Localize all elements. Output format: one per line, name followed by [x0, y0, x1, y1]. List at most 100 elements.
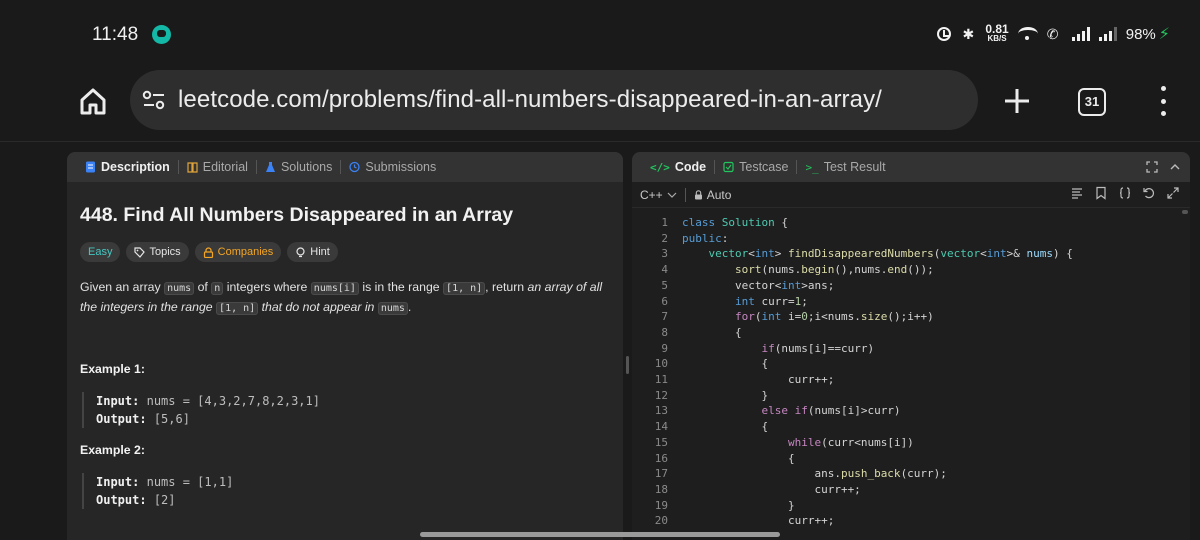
status-time: 11:48 [92, 24, 139, 45]
tab-testcase[interactable]: Testcase [715, 152, 796, 182]
code-line: vector<int>ans; [682, 278, 835, 292]
expand-icon[interactable] [1166, 186, 1180, 200]
code-line: if(nums[i]==curr) [761, 341, 875, 355]
network-speed: 0.81 KB/S [985, 22, 1009, 43]
code-line: } [682, 388, 769, 402]
tab-test-result[interactable]: >_ Test Result [797, 152, 893, 182]
chat-app-icon [152, 25, 171, 44]
bluetooth-icon: ✱ [962, 26, 975, 42]
code-line: ans.push_back(curr); [682, 467, 947, 481]
book-icon [187, 162, 198, 173]
code-line: else if(nums[i]>curr) [761, 404, 901, 418]
line-number: 19 [654, 498, 668, 512]
code-panel: </> Code Testcase >_ Test Result C++ Aut… [632, 152, 1190, 540]
line-number: 6 [661, 294, 668, 308]
description-panel: Description Editorial Solutions Submissi… [67, 152, 623, 540]
line-number: 2 [661, 231, 668, 245]
battery-level: 98% [1125, 25, 1156, 43]
chevron-down-icon [667, 192, 677, 198]
code-line: curr++; [682, 373, 835, 386]
code-line: for(int i=0;i<nums.size();i++) [734, 310, 934, 324]
editor-scrollbar[interactable] [1182, 210, 1188, 214]
topics-tag[interactable]: Topics [126, 242, 189, 262]
format-lines-icon[interactable] [1070, 186, 1084, 200]
code-line: class Solution { [682, 216, 788, 229]
tab-description[interactable]: Description [77, 152, 178, 182]
line-number: 14 [654, 420, 668, 434]
tab-code[interactable]: </> Code [642, 152, 714, 182]
tab-solutions[interactable]: Solutions [257, 152, 340, 182]
code-line: public: [682, 231, 729, 245]
charging-icon: ⚡ [1158, 26, 1170, 43]
bookmark-icon[interactable] [1094, 186, 1108, 200]
description-icon [86, 161, 95, 173]
auto-mode[interactable]: Auto [694, 188, 731, 202]
gesture-bar[interactable] [420, 532, 780, 537]
reset-icon[interactable] [1142, 186, 1156, 200]
hint-tag[interactable]: Hint [287, 242, 338, 262]
status-bar: 11:48 ✱ 0.81 KB/S ✆ 98% ⚡ [0, 0, 1200, 62]
line-number: 16 [654, 451, 668, 465]
line-number: 18 [654, 482, 668, 496]
line-number: 15 [654, 435, 668, 449]
line-number: 3 [661, 247, 668, 261]
code-line: { [682, 451, 795, 465]
checkbox-icon [723, 161, 734, 173]
editor-tools [1070, 186, 1180, 200]
line-number: 10 [654, 357, 668, 371]
tab-submissions[interactable]: Submissions [341, 152, 444, 182]
language-select[interactable]: C++ [640, 188, 677, 202]
terminal-icon: >_ [805, 160, 819, 174]
volte-call-icon: ✆ [1046, 26, 1059, 42]
line-number: 13 [654, 404, 668, 418]
line-number: 4 [661, 263, 668, 277]
more-menu-icon[interactable] [1158, 86, 1168, 116]
code-line: curr++; [682, 514, 835, 528]
line-number: 11 [654, 373, 668, 386]
line-number: 1 [661, 216, 668, 229]
lock-icon [203, 246, 213, 258]
fullscreen-icon[interactable] [1146, 161, 1158, 173]
line-number: 5 [661, 278, 668, 292]
wifi-icon [1017, 27, 1038, 41]
problem-tags: Easy Topics Companies Hint [80, 242, 338, 262]
problem-description: Given an array nums of n integers where … [80, 280, 603, 315]
url-text: leetcode.com/problems/find-all-numbers-d… [178, 86, 882, 113]
braces-icon[interactable] [1118, 186, 1132, 200]
tab-switcher-button[interactable]: 31 [1078, 88, 1106, 116]
tab-separator [684, 187, 686, 202]
alarm-icon [937, 27, 952, 41]
new-tab-icon[interactable] [1002, 86, 1032, 116]
address-bar[interactable]: leetcode.com/problems/find-all-numbers-d… [130, 70, 978, 130]
line-number: 20 [654, 514, 668, 528]
panel-resize-handle[interactable] [626, 356, 629, 374]
problem-title: 448. Find All Numbers Disappeared in an … [80, 204, 514, 226]
code-line: { [682, 420, 769, 434]
example-2-block: Input: nums = [1,1] Output: [2] [82, 473, 233, 509]
signal-2-icon [1098, 27, 1117, 41]
line-number: 8 [661, 325, 668, 339]
example-2-title: Example 2: [80, 443, 145, 457]
line-number: 12 [654, 388, 668, 402]
site-settings-icon[interactable] [142, 90, 166, 110]
tag-icon [134, 246, 146, 258]
lock-icon [694, 189, 702, 199]
tab-editorial[interactable]: Editorial [179, 152, 256, 182]
chevron-up-icon[interactable] [1169, 161, 1181, 173]
lightbulb-icon [296, 246, 305, 257]
code-tabbar: </> Code Testcase >_ Test Result [632, 152, 1190, 182]
code-line: curr++; [682, 482, 861, 496]
description-tabbar: Description Editorial Solutions Submissi… [67, 152, 623, 182]
flask-icon [265, 162, 275, 172]
code-line: sort(nums.begin(),nums.end()); [734, 263, 934, 277]
code-line: int curr=1; [734, 294, 808, 308]
companies-tag[interactable]: Companies [194, 242, 282, 262]
code-line: { [682, 357, 769, 371]
browser-toolbar: leetcode.com/problems/find-all-numbers-d… [0, 62, 1200, 142]
code-line: { [682, 325, 742, 339]
code-line: while(curr<nums[i]) [787, 435, 914, 449]
code-line: vector<int> findDisappearedNumbers(vecto… [708, 247, 1073, 261]
example-1-block: Input: nums = [4,3,2,7,8,2,3,1] Output: … [82, 392, 320, 428]
history-icon [349, 161, 361, 173]
home-icon[interactable] [78, 86, 108, 116]
